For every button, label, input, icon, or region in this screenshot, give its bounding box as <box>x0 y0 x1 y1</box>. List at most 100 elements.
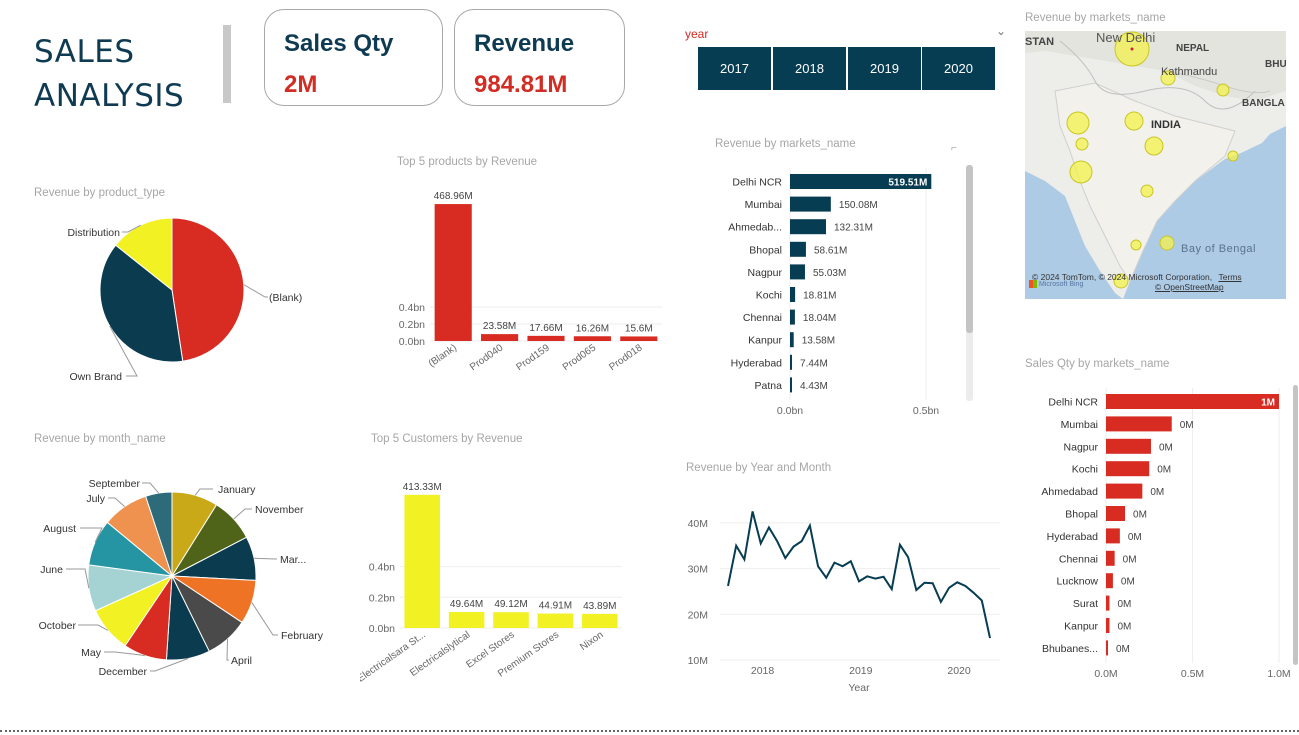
bar <box>790 241 806 257</box>
data-label: 0M <box>1159 442 1173 453</box>
scrollbar-thumb[interactable] <box>1293 385 1298 665</box>
bar <box>1106 573 1113 589</box>
kpi-value: 2M <box>284 71 318 98</box>
x-tick-label: Nixon <box>578 629 605 653</box>
category-label: Hyderabad <box>1047 531 1099 543</box>
map-canvas <box>1025 31 1286 299</box>
chart-title: Revenue by Year and Month <box>686 462 832 474</box>
kpi-card-sales-qty[interactable]: Sales Qty 2M <box>264 9 443 106</box>
kpi-value: 984.81M <box>474 71 568 98</box>
y-tick-label: 40M <box>688 518 708 530</box>
data-label: 0M <box>1128 532 1142 543</box>
year-button-2020[interactable]: 2020 <box>922 47 995 90</box>
pie-label: July <box>86 493 105 505</box>
y-tick-label: 0.0bn <box>399 336 425 348</box>
bar <box>790 332 794 348</box>
bar <box>790 264 805 280</box>
map-label: New Delhi <box>1096 31 1156 45</box>
category-label: Surat <box>1073 598 1098 610</box>
category-label: Kochi <box>1072 464 1098 476</box>
kpi-card-revenue[interactable]: Revenue 984.81M <box>454 9 625 106</box>
pie-label: April <box>231 655 252 667</box>
bar <box>790 354 793 370</box>
bar <box>790 377 792 393</box>
bar <box>1106 506 1126 521</box>
bar <box>493 612 529 628</box>
pie-label: February <box>281 630 324 642</box>
kpi-label: Sales Qty <box>284 30 394 57</box>
pie-leader-line <box>226 639 229 661</box>
bar <box>790 287 796 302</box>
scrollbar-thumb[interactable] <box>966 165 973 333</box>
x-tick-label: (Blank) <box>427 342 459 369</box>
bar <box>573 336 611 341</box>
category-label: Delhi NCR <box>732 177 782 189</box>
chevron-down-icon[interactable]: ⌄ <box>996 24 1006 38</box>
chart-title: Top 5 Customers by Revenue <box>371 433 523 445</box>
category-label: Kochi <box>756 290 782 302</box>
x-tick-label: 0.5M <box>1181 668 1204 680</box>
pie-leader-line <box>194 488 213 496</box>
data-label: 18.81M <box>803 291 836 302</box>
data-label: 0M <box>1150 487 1164 498</box>
bar <box>1106 394 1279 409</box>
pie-label: September <box>89 478 141 490</box>
bar <box>404 494 440 628</box>
bar <box>790 309 795 325</box>
pie-label: (Blank) <box>269 292 302 304</box>
year-month-line-chart[interactable]: 10M 20M 30M 40M 2018 2019 2020 Year <box>680 490 1010 700</box>
data-label: 13.58M <box>802 336 835 347</box>
category-label: Nagpur <box>1064 441 1099 453</box>
markets-revenue-chart[interactable]: 0.0bn 0.5bn Delhi NCR 519.51M Mumbai 150.08M A… <box>690 165 960 425</box>
bar <box>1106 528 1120 544</box>
data-label: 17.66M <box>529 323 562 334</box>
data-label: 0M <box>1117 622 1131 633</box>
data-label: 0M <box>1180 420 1194 431</box>
map-label: STAN <box>1025 36 1055 48</box>
year-button-2019[interactable]: 2019 <box>848 47 921 90</box>
x-tick-label: 1.0M <box>1267 668 1290 680</box>
chart-title: Sales Qty by markets_name <box>1025 358 1170 370</box>
x-tick-label: 2019 <box>849 665 873 677</box>
year-button-2017[interactable]: 2017 <box>698 47 771 90</box>
product-type-pie[interactable]: (Blank) Own Brand Distribution <box>40 205 340 395</box>
map-label: BHU <box>1265 59 1286 70</box>
bar <box>1106 461 1150 477</box>
more-options-icon[interactable]: ⌐ <box>951 143 957 154</box>
pie-label: June <box>40 564 63 576</box>
map-label: NEPAL <box>1176 43 1210 54</box>
year-button-2018[interactable]: 2018 <box>773 47 846 90</box>
bing-logo: Microsoft Bing <box>1029 280 1083 288</box>
bar <box>582 613 618 628</box>
markets-qty-chart[interactable]: 0.0M 0.5M 1.0M Delhi NCR 1M Mumbai 0M Nagpur 0M K… <box>1025 385 1295 690</box>
pie-leader-line <box>251 602 278 636</box>
map-terms-link[interactable]: Terms <box>1218 272 1241 282</box>
revenue-map[interactable]: STAN New Delhi NEPAL BHU Kathmandu BANGL… <box>1025 31 1286 299</box>
data-label: 0M <box>1157 465 1171 476</box>
top-products-chart[interactable]: 0.0bn 0.2bn 0.4bn 468.96M (Blank) 23.58M Prod0… <box>390 180 680 380</box>
data-label: 4.43M <box>800 381 828 392</box>
year-slicer-label: year <box>685 27 709 41</box>
month-pie[interactable]: January November Mar... February April Decemb… <box>20 465 350 685</box>
bar <box>1106 640 1108 656</box>
data-label: 0M <box>1133 510 1147 521</box>
y-tick-label: 10M <box>688 655 708 667</box>
category-label: Kanpur <box>1064 621 1098 633</box>
bar <box>537 613 574 628</box>
bar <box>790 196 831 212</box>
category-label: Bhopal <box>1065 509 1098 521</box>
bar <box>1106 438 1151 454</box>
bing-label: Microsoft Bing <box>1039 280 1084 288</box>
top-customers-chart[interactable]: 0.0bn0.2bn0.4bn413.33MElectricalsara St.… <box>360 460 660 700</box>
title-divider <box>223 25 231 103</box>
map-osm-link[interactable]: © OpenStreetMap <box>1155 282 1224 292</box>
pie-leader-line <box>243 284 268 298</box>
data-label: 0M <box>1116 644 1130 655</box>
map-label: INDIA <box>1151 119 1181 131</box>
category-label: Lucknow <box>1057 576 1099 588</box>
data-label: 468.96M <box>434 191 473 202</box>
pie-label: January <box>218 484 256 496</box>
page-title-line2: ANALYSIS <box>34 78 185 114</box>
map-title: Revenue by markets_name <box>1025 12 1166 24</box>
data-label: 44.91M <box>539 601 572 612</box>
